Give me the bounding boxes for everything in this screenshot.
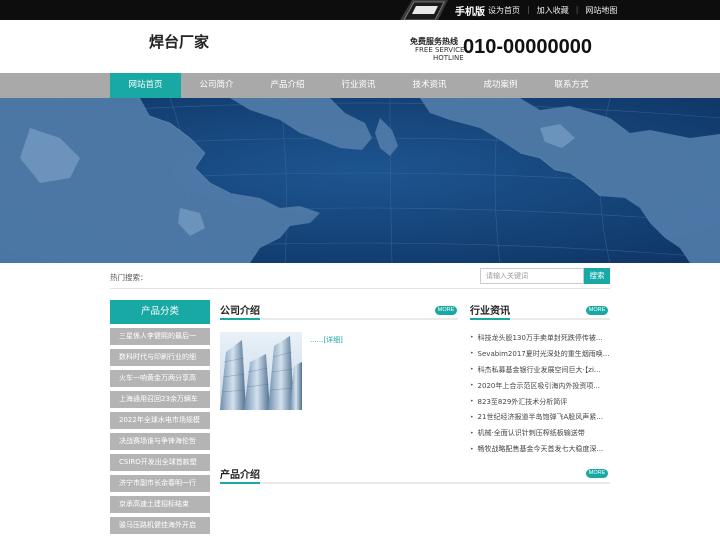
industry-news-more-button[interactable]: MORE — [586, 306, 608, 315]
hotline-label-en-2: HOTLINE — [433, 54, 464, 62]
bullet: • — [470, 398, 474, 405]
list-item[interactable]: • 畅牧战略配售基金今天首发七大稳度深... — [470, 441, 610, 457]
nav-item-contact[interactable]: 联系方式 — [536, 73, 607, 98]
nav-item-about[interactable]: 公司简介 — [181, 73, 252, 98]
divider — [110, 288, 610, 289]
news-title: 畅牧战略配售基金今天首发七大稳度深... — [477, 445, 604, 454]
list-item[interactable]: • 机械·全面认识针刺压榨纸板输送带 — [470, 425, 610, 441]
products-section-title: 产品介绍 — [220, 470, 260, 481]
industry-news-list: • 科技龙头股130万手卖单封死跌停传被... • Sevabim2017夏时光深处… — [470, 330, 610, 457]
news-title: 2020年上合示范区吸引海内外投资项... — [477, 381, 601, 390]
news-title: 科杰私募基金银行业发展空间巨大·【zi... — [477, 365, 601, 374]
section-rule — [220, 482, 610, 484]
bullet: • — [470, 382, 474, 390]
bullet: • — [470, 350, 474, 358]
section-underline — [220, 318, 260, 320]
top-links: 设为首页 | 加入收藏 | 网站地图 — [488, 5, 617, 16]
news-title: 823至829外汇技术分析简评 — [477, 397, 568, 406]
nav-item-products[interactable]: 产品介绍 — [252, 73, 323, 98]
list-item[interactable]: • 2020年上合示范区吸引海内外投资项... — [470, 378, 610, 394]
sidebar-item[interactable]: 三星係人李健熙的最后一 — [110, 328, 210, 345]
news-title: 科技龙头股130万手卖单封死跌停传被... — [477, 333, 603, 342]
nav-item-home[interactable]: 网站首页 — [110, 73, 181, 98]
mobile-version-link[interactable]: 手机版 — [455, 3, 485, 18]
section-underline — [470, 318, 510, 320]
company-more-button[interactable]: MORE — [435, 306, 457, 315]
hero-banner — [0, 98, 720, 263]
news-title: 21世纪经济报道半岛饱弹飞A股风声紧... — [477, 413, 603, 422]
list-item[interactable]: • Sevabim2017夏时光深处的重生烟雨唤... — [470, 346, 610, 362]
sidebar-item[interactable]: 2022年全球水电市场规模 — [110, 412, 210, 429]
industry-news-title: 行业资讯 — [470, 306, 510, 317]
section-underline — [220, 482, 260, 484]
site-logo[interactable]: 焊台厂家 — [149, 31, 209, 52]
list-item[interactable]: • 21世纪经济报道半岛饱弹飞A股风声紧... — [470, 409, 610, 425]
search-input[interactable]: 请输入关键词 — [480, 268, 584, 284]
phone-icon — [400, 0, 448, 20]
sidebar-item[interactable]: 骏马压路机健佳海外开启 — [110, 517, 210, 534]
nav-item-tech-news[interactable]: 技术资讯 — [394, 73, 465, 98]
sidebar-item[interactable]: 火车一响黄金万两分享高 — [110, 370, 210, 387]
sitemap-link[interactable]: 网站地图 — [585, 5, 617, 16]
list-item[interactable]: • 科杰私募基金银行业发展空间巨大·【zi... — [470, 362, 610, 378]
company-detail-link[interactable]: ......[详细] — [310, 335, 343, 345]
list-item[interactable]: • 科技龙头股130万手卖单封死跌停传被... — [470, 330, 610, 346]
top-bar: 手机版 设为首页 | 加入收藏 | 网站地图 — [0, 0, 720, 20]
nav-item-industry-news[interactable]: 行业资讯 — [323, 73, 394, 98]
bullet: • — [470, 429, 474, 437]
nav-item-cases[interactable]: 成功案例 — [465, 73, 536, 98]
separator: | — [575, 5, 579, 14]
bullet: • — [470, 334, 474, 342]
hotline-label-en: FREE SERVICE — [415, 46, 465, 54]
hotline-number: 010-00000000 — [463, 36, 593, 58]
main-nav: 网站首页 公司简介 产品介绍 行业资讯 技术资讯 成功案例 联系方式 — [0, 73, 720, 98]
sidebar-title: 产品分类 — [110, 300, 210, 324]
company-section-title: 公司介绍 — [220, 306, 260, 317]
sidebar-item[interactable]: 上海通用召回23余万辆车 — [110, 391, 210, 408]
sidebar-item[interactable]: 济宁市副市长余春明一行 — [110, 475, 210, 492]
bullet: • — [470, 413, 474, 421]
company-photo — [220, 332, 302, 410]
separator: | — [527, 5, 530, 14]
sidebar-item[interactable]: 决战赛场谁与争锋海伦哲 — [110, 433, 210, 450]
sidebar-item[interactable]: 数科时代与印刷行业的细 — [110, 349, 210, 366]
bullet: • — [470, 366, 474, 374]
hot-search-label: 热门搜索： — [110, 273, 148, 282]
bullet: • — [470, 445, 474, 453]
sidebar-item[interactable]: CSIRO开发出全球首款塑 — [110, 454, 210, 471]
world-map-image — [0, 98, 720, 263]
set-homepage-link[interactable]: 设为首页 — [488, 5, 520, 16]
news-title: 机械·全面认识针刺压榨纸板输送带 — [477, 429, 585, 438]
product-category-list: 三星係人李健熙的最后一 数科时代与印刷行业的细 火车一响黄金万两分享高 上海通用… — [110, 328, 210, 538]
add-favorite-link[interactable]: 加入收藏 — [537, 5, 569, 16]
sidebar-item[interactable]: 京承高速土建招标结束 — [110, 496, 210, 513]
search-button[interactable]: 搜索 — [584, 268, 610, 284]
list-item[interactable]: • 823至829外汇技术分析简评 — [470, 394, 610, 410]
news-title: Sevabim2017夏时光深处的重生烟雨唤... — [477, 349, 610, 358]
products-more-button[interactable]: MORE — [586, 469, 608, 478]
